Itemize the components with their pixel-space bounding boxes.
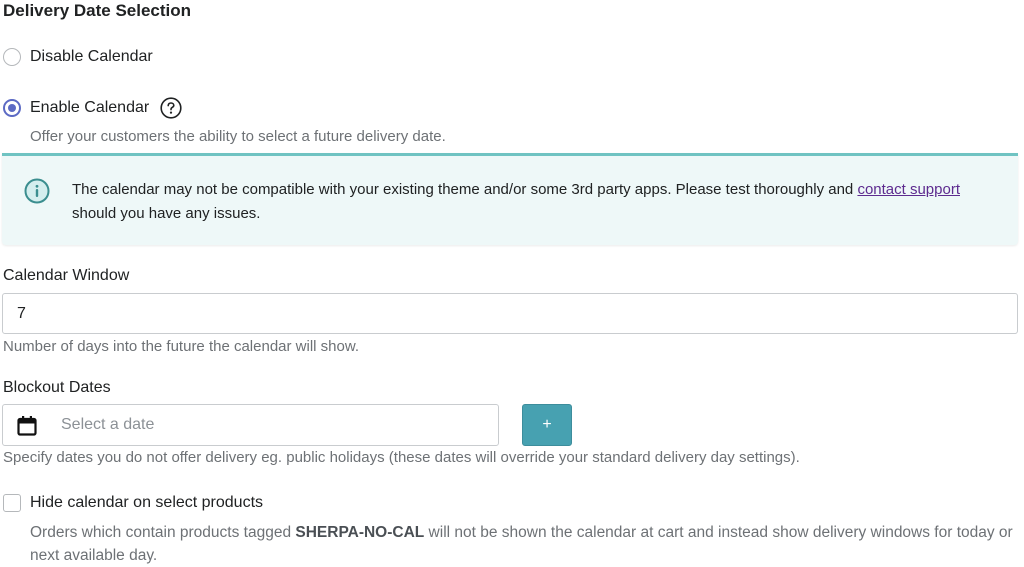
hide-calendar-help-before: Orders which contain products tagged bbox=[30, 524, 296, 541]
disable-calendar-option[interactable]: Disable Calendar bbox=[3, 48, 153, 66]
enable-calendar-help: Offer your customers the ability to sele… bbox=[30, 128, 446, 145]
enable-calendar-option[interactable]: Enable Calendar bbox=[3, 97, 182, 119]
banner-text-after: should you have any issues. bbox=[72, 205, 261, 222]
banner-message: The calendar may not be compatible with … bbox=[72, 178, 972, 226]
hide-calendar-help: Orders which contain products tagged SHE… bbox=[30, 521, 1020, 567]
calendar-window-input[interactable] bbox=[3, 294, 1017, 333]
hide-calendar-label[interactable]: Hide calendar on select products bbox=[30, 494, 263, 512]
question-circle-icon[interactable] bbox=[160, 97, 182, 119]
contact-support-link[interactable]: contact support bbox=[857, 181, 960, 198]
blockout-date-picker[interactable] bbox=[2, 404, 499, 446]
page-title: Delivery Date Selection bbox=[3, 1, 192, 20]
calendar-window-help: Number of days into the future the calen… bbox=[3, 338, 360, 355]
no-cal-tag: SHERPA-NO-CAL bbox=[295, 524, 425, 541]
disable-calendar-radio[interactable] bbox=[3, 48, 21, 66]
add-blockout-date-button[interactable]: + bbox=[522, 404, 572, 446]
calendar-window-label: Calendar Window bbox=[3, 267, 130, 284]
blockout-dates-help: Specify dates you do not offer delivery … bbox=[3, 449, 800, 466]
hide-calendar-checkbox[interactable] bbox=[3, 494, 21, 512]
calendar-icon[interactable] bbox=[16, 415, 38, 437]
blockout-dates-label: Blockout Dates bbox=[3, 379, 111, 396]
disable-calendar-label[interactable]: Disable Calendar bbox=[30, 48, 153, 66]
blockout-date-input[interactable] bbox=[61, 405, 481, 445]
info-icon bbox=[24, 178, 50, 204]
enable-calendar-label[interactable]: Enable Calendar bbox=[30, 99, 149, 117]
compatibility-banner: The calendar may not be compatible with … bbox=[2, 153, 1018, 245]
enable-calendar-radio[interactable] bbox=[3, 99, 21, 117]
banner-text-before: The calendar may not be compatible with … bbox=[72, 181, 858, 198]
hide-calendar-option[interactable]: Hide calendar on select products bbox=[3, 494, 263, 512]
calendar-window-field[interactable] bbox=[2, 293, 1018, 334]
